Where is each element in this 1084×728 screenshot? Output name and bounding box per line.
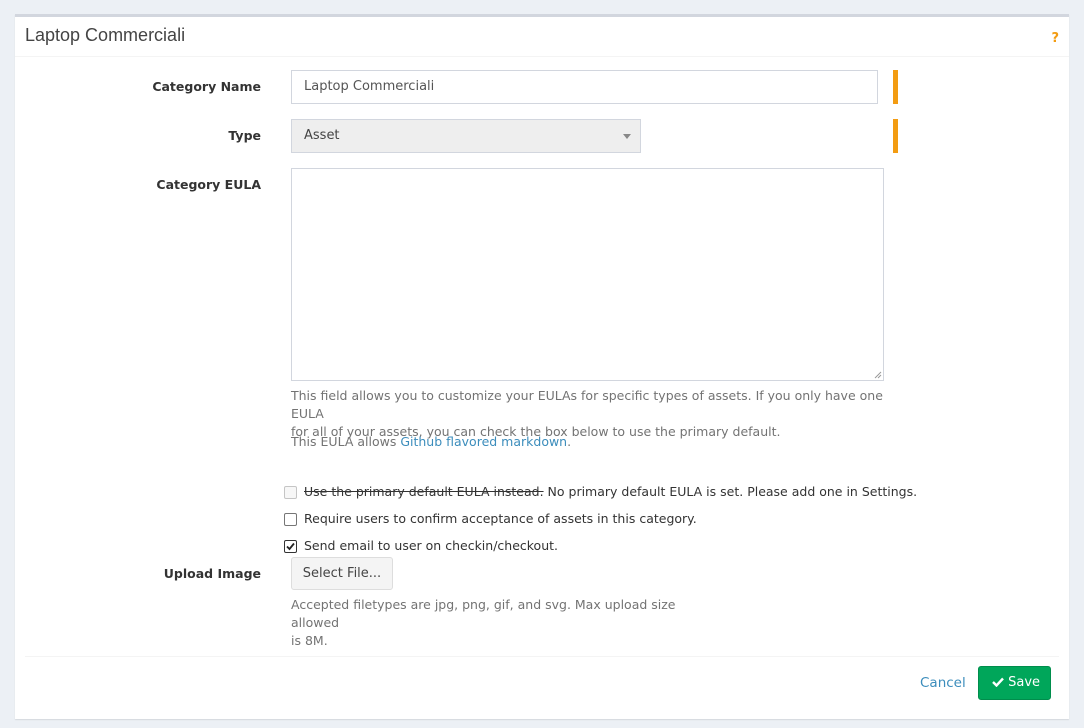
type-select[interactable]: Asset — [291, 119, 641, 153]
required-indicator — [893, 119, 898, 153]
markdown-note-prefix: This EULA allows — [291, 434, 401, 449]
category-edit-panel: Laptop Commerciali ? Category Name Lapto… — [15, 14, 1069, 719]
type-label: Type — [228, 128, 261, 143]
type-selected-value: Asset — [304, 128, 340, 143]
upload-help-line: is 8M. — [291, 633, 328, 648]
send-email-checkbox[interactable] — [284, 540, 297, 553]
use-primary-eula-label: Use the primary default EULA instead. No… — [304, 484, 917, 499]
category-eula-label: Category EULA — [156, 177, 261, 192]
check-icon — [286, 542, 295, 551]
no-primary-eula-note: No primary default EULA is set. Please a… — [543, 484, 918, 499]
require-acceptance-label: Require users to confirm acceptance of a… — [304, 511, 697, 526]
upload-image-label: Upload Image — [163, 566, 261, 581]
footer-divider — [25, 656, 1059, 657]
help-icon[interactable]: ? — [1051, 31, 1059, 46]
eula-help-line: This field allows you to customize your … — [291, 388, 883, 421]
select-file-button[interactable]: Select File... — [291, 557, 393, 590]
category-eula-textarea[interactable] — [291, 168, 884, 381]
resize-grip-icon[interactable] — [874, 371, 882, 379]
send-email-label: Send email to user on checkin/checkout. — [304, 538, 559, 553]
save-button[interactable]: Save — [978, 666, 1051, 700]
page-title: Laptop Commerciali — [25, 25, 186, 45]
upload-help-text: Accepted filetypes are jpg, png, gif, an… — [291, 596, 711, 650]
cancel-button[interactable]: Cancel — [920, 675, 966, 691]
markdown-note: This EULA allows Github flavored markdow… — [291, 433, 891, 451]
check-icon — [992, 677, 1004, 688]
chevron-down-icon — [623, 134, 631, 139]
category-name-input[interactable]: Laptop Commerciali — [291, 70, 878, 104]
panel-header: Laptop Commerciali ? — [15, 17, 1069, 57]
require-acceptance-checkbox[interactable] — [284, 513, 297, 526]
markdown-link[interactable]: Github flavored markdown — [400, 434, 567, 449]
category-name-label: Category Name — [152, 79, 261, 94]
upload-help-line: Accepted filetypes are jpg, png, gif, an… — [291, 597, 676, 630]
category-name-value: Laptop Commerciali — [304, 79, 435, 94]
use-primary-eula-checkbox[interactable] — [284, 486, 297, 499]
save-button-label: Save — [1008, 675, 1041, 690]
markdown-note-suffix: . — [567, 434, 572, 449]
required-indicator — [893, 70, 898, 104]
use-primary-eula-struck-text: Use the primary default EULA instead. — [304, 484, 544, 499]
